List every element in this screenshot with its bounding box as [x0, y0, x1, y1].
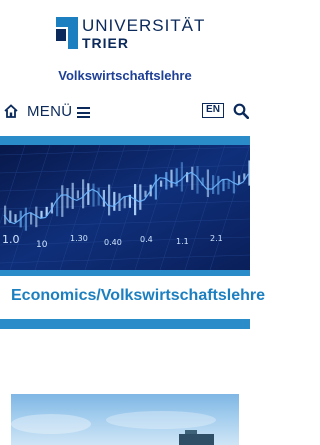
navbar: MENÜ EN	[0, 100, 250, 124]
logo-wordmark: UNIVERSITÄT TRIER	[82, 17, 205, 50]
banner-ticker-label: 2.1	[210, 234, 223, 243]
home-icon[interactable]	[4, 104, 18, 118]
accent-bar	[0, 319, 250, 329]
university-logo[interactable]: UNIVERSITÄT TRIER	[56, 17, 205, 50]
accent-bar	[0, 136, 250, 145]
accent-bar	[0, 270, 250, 276]
department-title[interactable]: Volkswirtschaftslehre	[0, 68, 250, 83]
university-logo-mark-icon	[56, 17, 78, 49]
stock-chart-image: 1.0 10 1.30 0.40 0.4 1.1 2.1	[0, 145, 250, 270]
logo-line-universitaet: UNIVERSITÄT	[82, 16, 206, 35]
banner-ticker-label: 0.4	[140, 235, 153, 244]
campus-photo	[11, 394, 239, 445]
logo-line-trier: TRIER	[82, 35, 129, 51]
language-switch-button[interactable]: EN	[202, 103, 224, 118]
banner-ticker-label: 10	[36, 240, 48, 250]
page-title: Economics/Volkswirtschaftslehre	[11, 287, 266, 304]
banner-ticker-label: 1.0	[2, 233, 20, 246]
banner-ticker-label: 1.1	[176, 237, 189, 246]
search-icon[interactable]	[233, 103, 249, 119]
hamburger-icon[interactable]	[77, 107, 90, 118]
banner-ticker-label: 1.30	[70, 234, 88, 243]
menu-button[interactable]: MENÜ	[27, 103, 72, 120]
banner-image: 1.0 10 1.30 0.40 0.4 1.1 2.1	[0, 145, 250, 270]
banner-ticker-label: 0.40	[104, 238, 122, 247]
